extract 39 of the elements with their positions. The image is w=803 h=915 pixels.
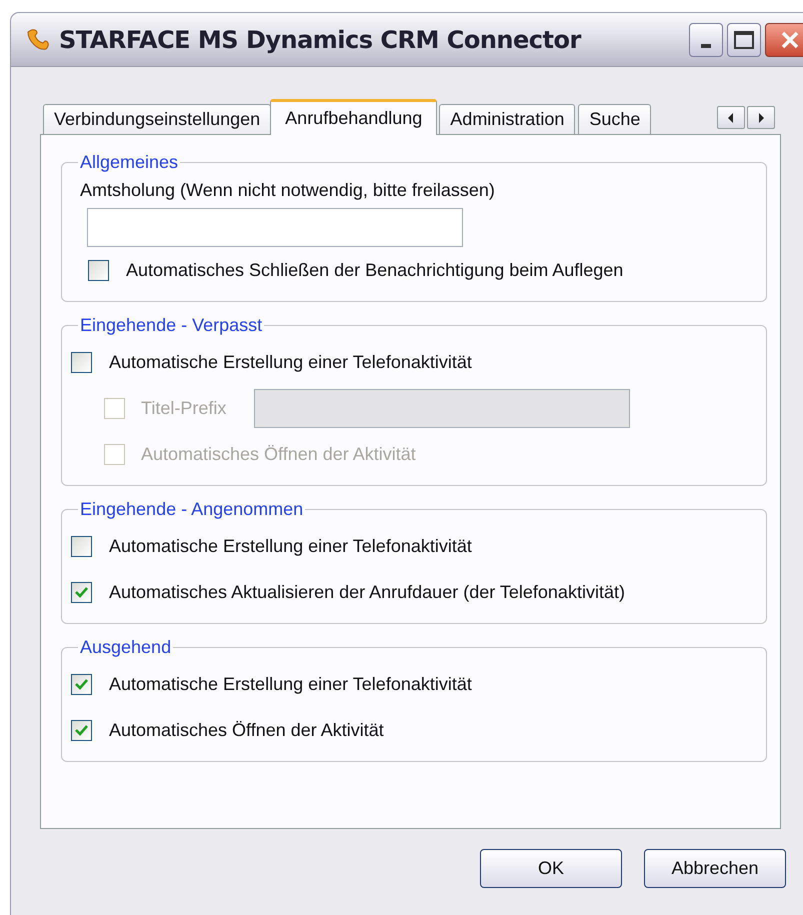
tab[interactable]: Suche [578,104,652,134]
checkbox[interactable] [71,674,92,694]
close-button[interactable] [765,22,803,56]
checkbox-label: Automatisches Öffnen der Aktivität [109,718,384,742]
maximize-button[interactable] [727,22,761,56]
group-title: Ausgehend [79,636,172,659]
checkbox[interactable] [88,260,109,280]
checkmark-icon [75,678,88,690]
checkbox-label: Automatisches Aktualisieren der Anrufdauer (der Telefonaktivität) [109,580,625,604]
checkbox[interactable] [71,536,92,556]
checkbox[interactable] [71,582,92,602]
dialog-button[interactable]: OK [480,849,622,888]
scroll-left-button[interactable] [717,106,745,129]
tab[interactable]: Anrufbehandlung [270,99,438,135]
checkbox-label: Automatische Erstellung einer Telefonaktivität [109,672,472,696]
checkbox-label: Automatisches Schließen der Benachrichtigung beim Auflegen [126,258,624,282]
dialog-button[interactable]: Abbrechen [644,849,786,888]
checkbox-label: Automatisches Öffnen der Aktivität [141,442,416,466]
tab[interactable]: Verbindungseinstellungen [43,104,272,134]
checkbox-label: Automatische Erstellung einer Telefonaktivität [109,534,472,558]
minimize-button[interactable] [689,22,723,56]
tab[interactable]: Administration [439,104,576,134]
checkmark-icon [75,586,88,598]
group-title: Eingehende - Angenommen [79,498,304,521]
checkbox[interactable] [71,720,92,740]
group-title: Allgemeines [79,151,180,174]
phone-handset-icon [25,26,51,52]
window-title: STARFACE MS Dynamics CRM Connector [59,24,581,56]
checkbox-label: Automatische Erstellung einer Telefonaktivität [109,350,472,374]
checkmark-icon [75,724,88,736]
field-label: Amtsholung (Wenn nicht notwendig, bitte freilassen) [80,179,496,202]
minimize-icon [701,44,711,48]
text-field[interactable] [87,208,463,247]
group-title: Eingehende - Verpasst [79,314,264,337]
close-icon [780,30,800,50]
maximize-icon [734,30,754,48]
checkbox-label: Titel-Prefix [141,396,226,420]
checkbox[interactable] [71,352,92,372]
scroll-right-button[interactable] [747,106,775,129]
